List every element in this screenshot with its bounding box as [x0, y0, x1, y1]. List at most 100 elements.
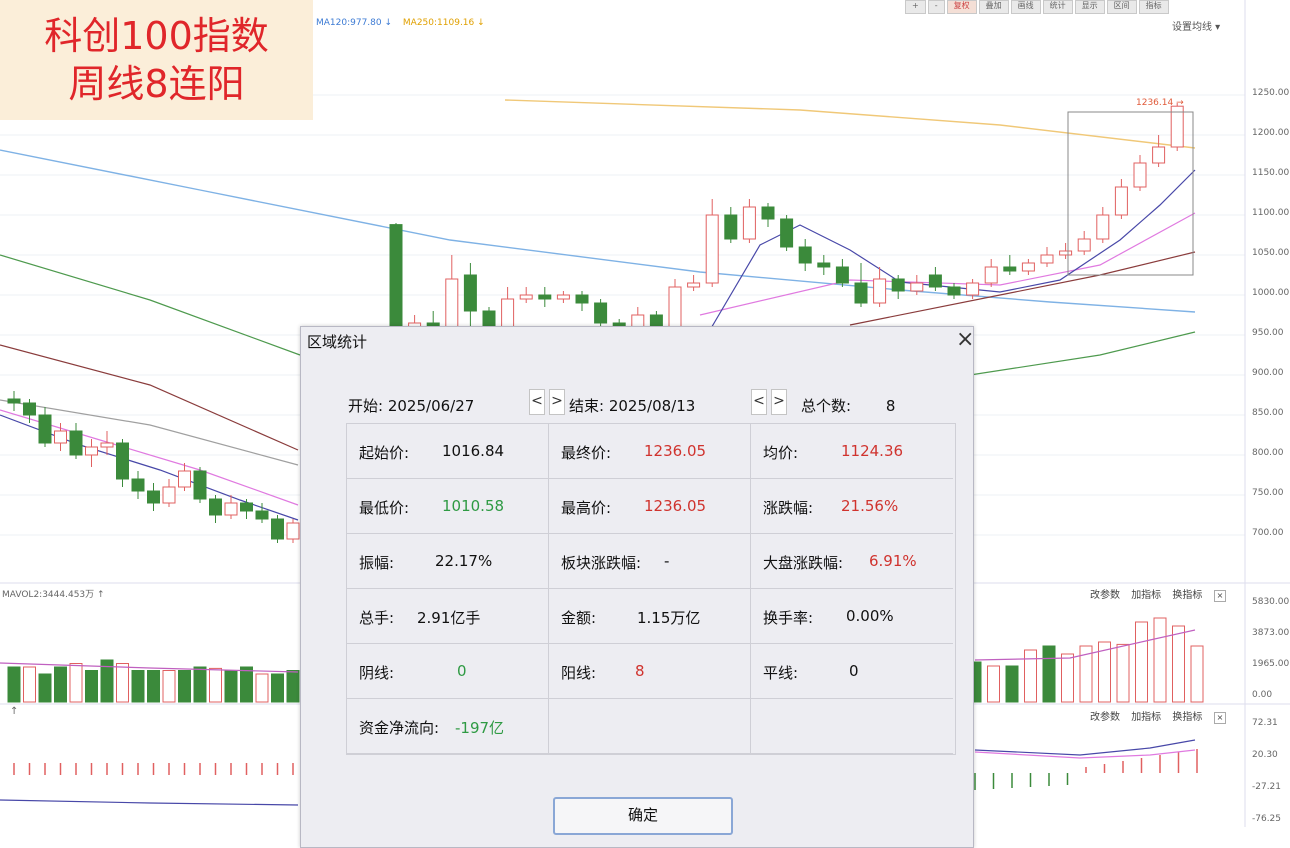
candle-body [1021, 262, 1035, 272]
stat-value: 0 [849, 662, 859, 680]
candle-body [1133, 162, 1147, 188]
candle-body [445, 278, 459, 328]
volume-bar [38, 673, 52, 703]
stat-cell: 均价: 1124.36 [751, 424, 953, 479]
stat-label: 板块涨跌幅: [561, 554, 642, 572]
toolbar-btn-range[interactable]: 区间 [1106, 0, 1137, 14]
volume-bar [1135, 621, 1148, 703]
macd-tick-label: 20.30 [1252, 750, 1278, 760]
toolbar-btn-draw[interactable]: 画线 [1010, 0, 1041, 14]
stat-label: 换手率: [763, 609, 814, 627]
volume-bar [271, 673, 284, 703]
add-indicator-button[interactable]: 加指标 [1131, 590, 1161, 601]
toolbar-btn-stats[interactable]: 统计 [1042, 0, 1073, 14]
price-tick-label: 1100.00 [1252, 208, 1290, 218]
candle-body [193, 470, 207, 500]
volume-bar [131, 670, 145, 703]
price-tick-label: 700.00 [1252, 528, 1284, 538]
candle-body [538, 294, 552, 300]
price-tick-label: 1050.00 [1252, 248, 1290, 258]
stat-label: 最高价: [561, 499, 612, 517]
candle-body [147, 490, 160, 504]
end-next-button[interactable]: > [771, 389, 787, 415]
candle-body [100, 442, 114, 448]
volume-bar [240, 666, 253, 703]
volume-bar [193, 666, 207, 703]
close-panel-icon[interactable]: × [1213, 590, 1227, 602]
candle-body [1096, 214, 1110, 240]
candle-body [556, 294, 570, 300]
candle-body [966, 282, 980, 296]
candle-body [69, 430, 83, 456]
stat-cell: 资金净流向: -197亿 [347, 699, 549, 754]
change-param-button[interactable]: 改参数 [1090, 590, 1120, 601]
volume-bar [54, 666, 67, 703]
candle-body [23, 402, 36, 416]
change-param-button[interactable]: 改参数 [1090, 712, 1120, 723]
candle-body [1152, 146, 1166, 164]
candle-body [687, 282, 701, 288]
switch-indicator-button[interactable]: 换指标 [1172, 712, 1202, 723]
toolbar-btn-overlay[interactable]: 叠加 [978, 0, 1009, 14]
toolbar-btn-display[interactable]: 显示 [1074, 0, 1105, 14]
stat-cell: 阳线: 8 [549, 644, 751, 699]
add-indicator-button[interactable]: 加指标 [1131, 712, 1161, 723]
volume-bar [255, 673, 269, 703]
price-tick-label: 950.00 [1252, 328, 1284, 338]
close-panel-icon[interactable]: × [1213, 712, 1227, 724]
price-tick-label: 1000.00 [1252, 288, 1290, 298]
toolbar-btn-zoom-out[interactable]: - [927, 0, 945, 14]
toolbar-btn-zoom-in[interactable]: + [905, 0, 926, 14]
candle-body [1114, 186, 1128, 216]
stat-label: 金额: [561, 609, 597, 627]
volume-bar [1061, 653, 1074, 703]
stat-value: 1236.05 [644, 497, 707, 515]
start-next-button[interactable]: > [549, 389, 565, 415]
candle-body [463, 274, 477, 312]
toolbar-btn-fuquan[interactable]: 复权 [946, 0, 977, 14]
candle-body [1059, 250, 1073, 256]
badge-line1: 科创100指数 [44, 14, 269, 58]
end-prev-button[interactable]: < [751, 389, 767, 415]
volume-tick-label: 5830.00 [1252, 597, 1290, 607]
switch-indicator-button[interactable]: 换指标 [1172, 590, 1202, 601]
price-tick-label: 1200.00 [1252, 128, 1290, 138]
volume-bar [7, 666, 21, 703]
stat-value: 2.91亿手 [417, 609, 481, 627]
volume-bar [1116, 643, 1130, 703]
stat-label: 总手: [359, 609, 395, 627]
stat-label: 大盘涨跌幅: [763, 554, 844, 572]
ma-line [504, 99, 1196, 149]
stat-label: 阳线: [561, 664, 597, 682]
stats-grid: 起始价: 1016.84 最终价: 1236.05 均价: 1124.36 最低价: 1010… [346, 423, 956, 755]
ok-button[interactable]: 确定 [553, 797, 733, 835]
candle-body [7, 398, 21, 404]
stat-value: 21.56% [841, 497, 899, 515]
close-icon[interactable]: × [956, 327, 974, 352]
stat-cell: 最终价: 1236.05 [549, 424, 751, 479]
volume-bar [69, 663, 83, 703]
volume-tick-label: 3873.00 [1252, 628, 1290, 638]
candle-body [389, 224, 403, 336]
ma-legend: MA120:977.80 ↓ MA250:1109.16 ↓ [316, 18, 485, 28]
price-tick-label: 900.00 [1252, 368, 1284, 378]
stat-value: 1124.36 [841, 442, 904, 460]
start-prev-button[interactable]: < [529, 389, 545, 415]
stat-value: -197亿 [455, 719, 505, 737]
stat-cell: 阴线: 0 [347, 644, 549, 699]
volume-tick-label: 1965.00 [1252, 659, 1290, 669]
volume-bar [1042, 645, 1056, 703]
toolbar-btn-indicator[interactable]: 指标 [1138, 0, 1169, 14]
candle-body [780, 218, 794, 248]
stat-value: 22.17% [435, 552, 493, 570]
ma-settings-button[interactable]: 设置均线 ▾ [1172, 18, 1220, 33]
start-row: 开始: 2025/06/27 [348, 395, 474, 416]
arrow-up-icon: ↑ [10, 706, 19, 717]
start-label: 开始: [348, 397, 384, 415]
stat-cell: 板块涨跌幅: - [549, 534, 751, 589]
stat-value: 1010.58 [442, 497, 505, 515]
candle-body [519, 294, 533, 300]
volume-bar [987, 665, 1000, 703]
candle-body [817, 262, 831, 268]
stat-label: 振幅: [359, 554, 395, 572]
